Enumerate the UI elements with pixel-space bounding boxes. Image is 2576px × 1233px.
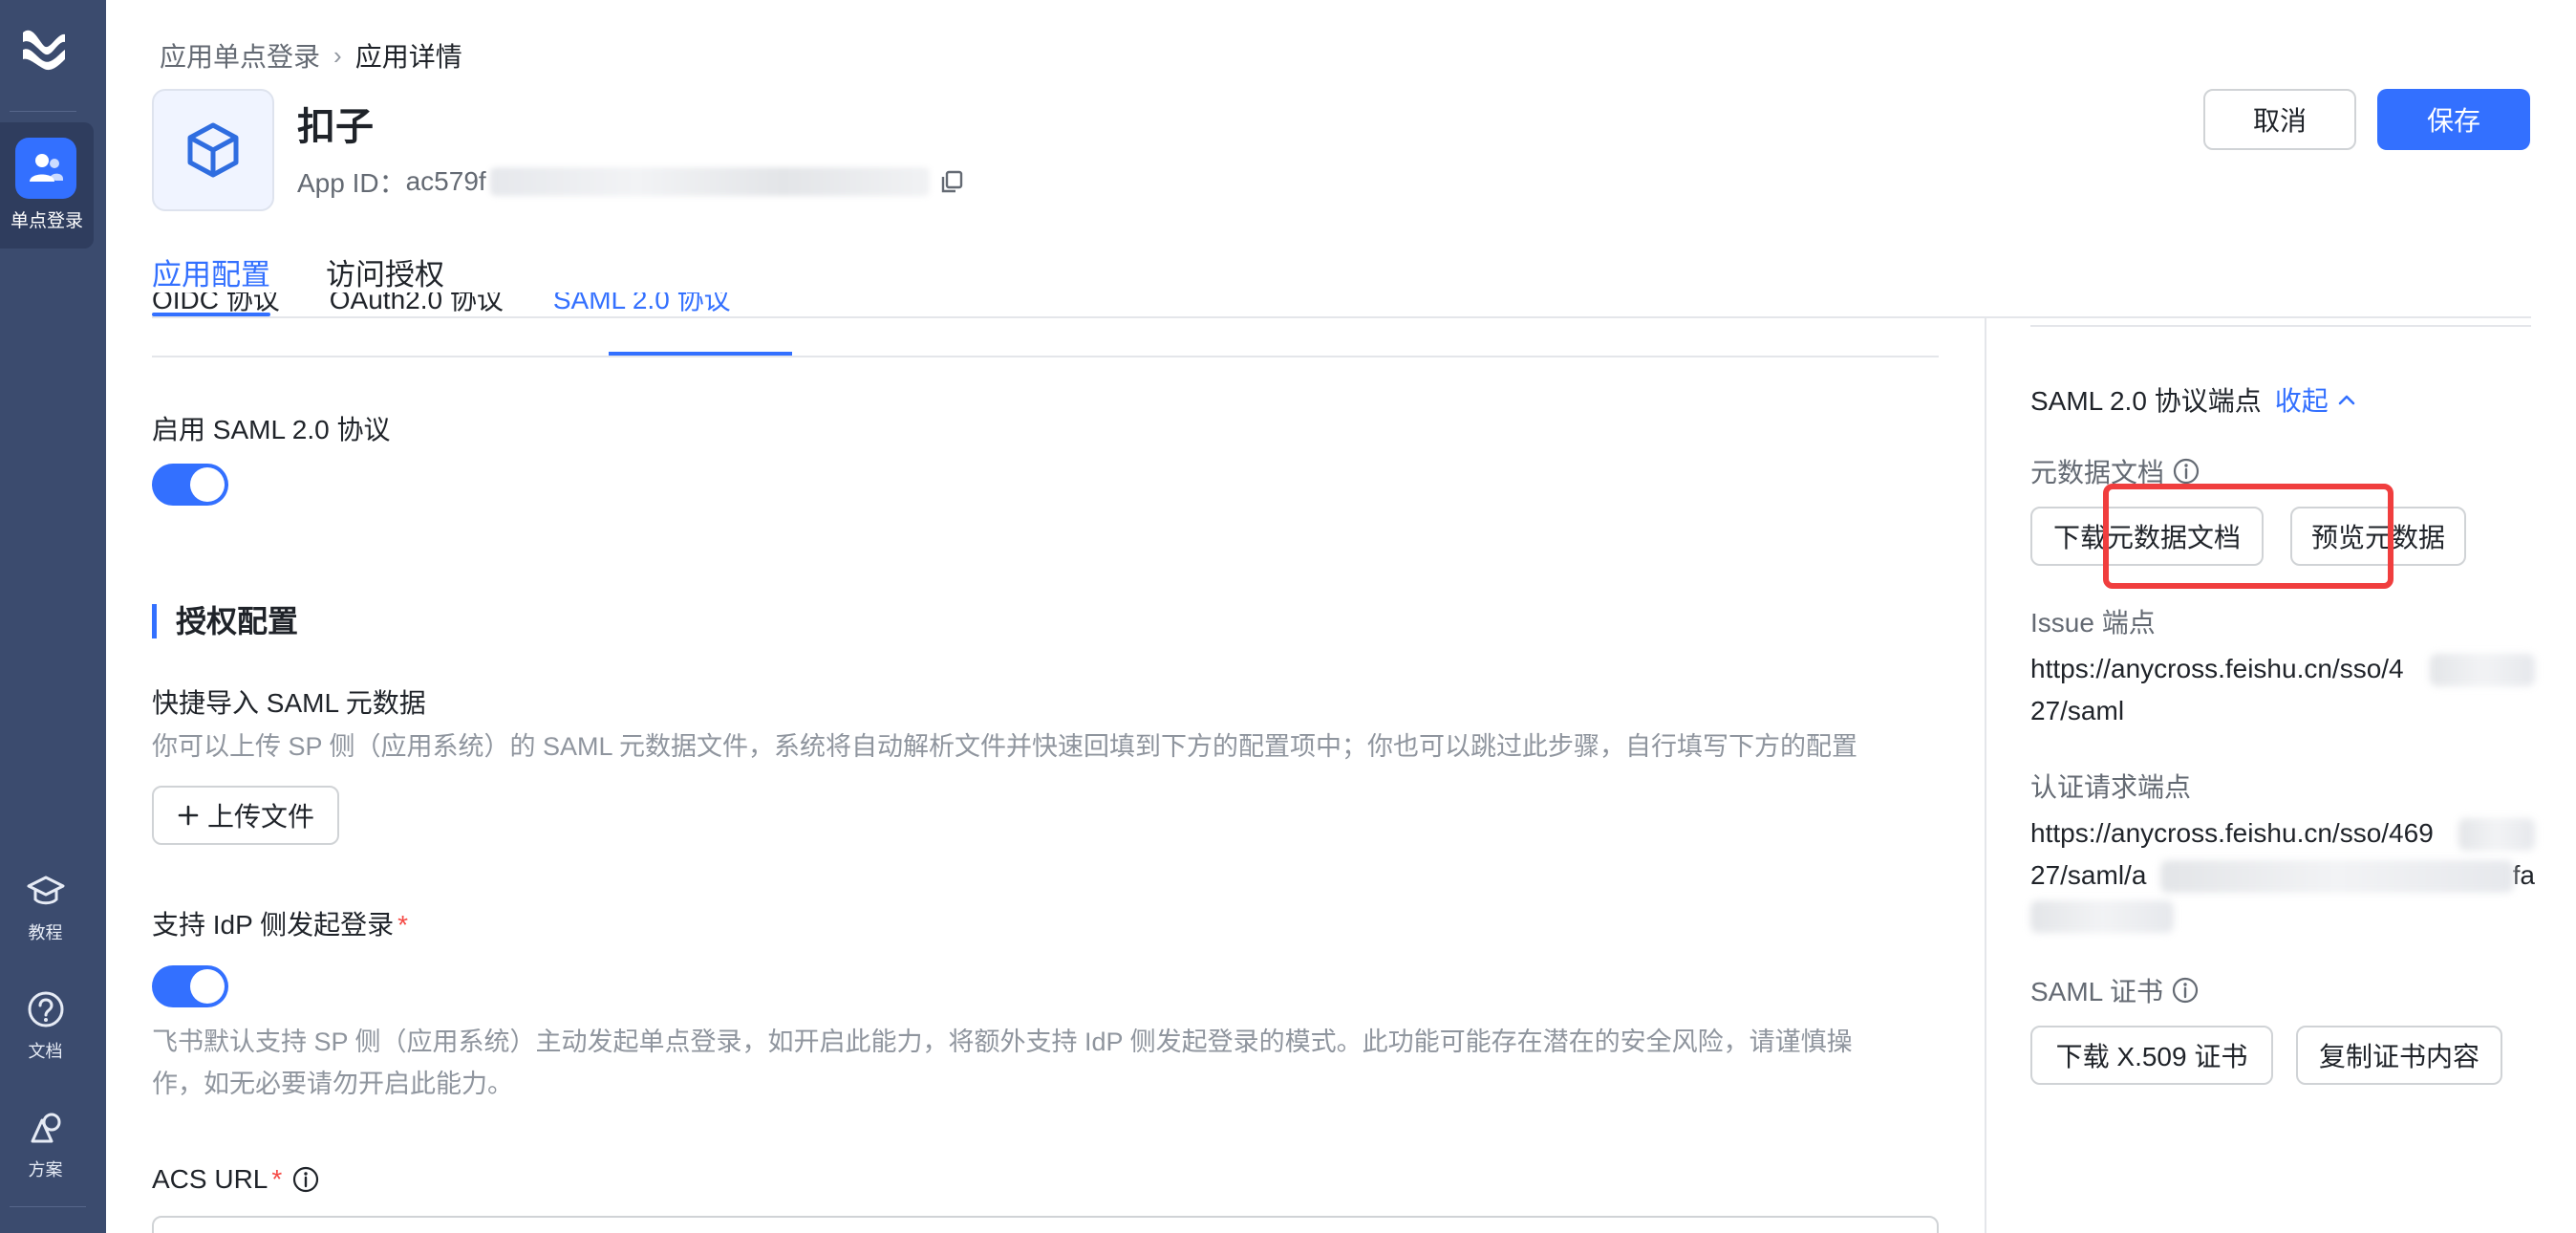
enable-saml-label: 启用 SAML 2.0 协议 bbox=[152, 415, 391, 444]
idp-login-toggle[interactable] bbox=[152, 965, 228, 1007]
issue-endpoint-label: Issue 端点 bbox=[2030, 608, 2156, 638]
acs-url-label: ACS URL * bbox=[152, 1164, 320, 1195]
protocol-subtabs: OIDC 协议 OAuth2.0 协议 SAML 2.0 协议 bbox=[152, 292, 1939, 357]
auth-endpoint-line2-end: fa bbox=[2512, 860, 2535, 890]
upload-file-label: 上传文件 bbox=[206, 802, 314, 832]
copy-icon[interactable] bbox=[939, 169, 964, 194]
acs-url-input[interactable] bbox=[152, 1216, 1939, 1233]
breadcrumb: 应用单点登录 › 应用详情 bbox=[160, 36, 462, 75]
redacted-text bbox=[2458, 818, 2535, 851]
subtab-saml2[interactable]: SAML 2.0 协议 bbox=[553, 292, 731, 317]
idp-login-hint-line1: 飞书默认支持 SP 侧（应用系统）主动发起单点登录，如开启此能力，将额外支持 I… bbox=[152, 1028, 1853, 1056]
idp-login-hint-line2: 作，如无必要请勿开启此能力。 bbox=[152, 1070, 513, 1098]
upload-file-button[interactable]: 上传文件 bbox=[152, 786, 339, 845]
download-cert-button[interactable]: 下载 X.509 证书 bbox=[2030, 1026, 2273, 1085]
rail-item-label: 教程 bbox=[28, 923, 63, 942]
import-metadata-label: 快捷导入 SAML 元数据 bbox=[152, 688, 426, 718]
copy-cert-button[interactable]: 复制证书内容 bbox=[2296, 1026, 2502, 1085]
chevron-right-icon: › bbox=[333, 40, 342, 70]
subtabs-divider bbox=[152, 356, 1939, 357]
shapes-icon bbox=[31, 1113, 60, 1143]
help-circle-icon bbox=[28, 991, 63, 1028]
users-icon bbox=[15, 138, 76, 199]
metadata-label-text: 元数据文档 bbox=[2030, 458, 2165, 487]
save-button[interactable]: 保存 bbox=[2377, 89, 2530, 150]
idp-login-label: 支持 IdP 侧发起登录 * bbox=[152, 904, 408, 942]
plus-icon bbox=[178, 805, 199, 826]
rail-item-label: 单点登录 bbox=[10, 211, 83, 231]
rail-item-label: 文档 bbox=[28, 1042, 63, 1061]
section-title-authorization: 授权配置 bbox=[152, 604, 298, 638]
cube-icon bbox=[187, 122, 239, 178]
rail-item-label: 方案 bbox=[28, 1160, 63, 1179]
enable-saml-toggle[interactable] bbox=[152, 464, 228, 506]
redacted-text bbox=[489, 167, 930, 196]
saml-endpoints-header: SAML 2.0 协议端点 收起 bbox=[2030, 380, 2357, 419]
preview-metadata-button[interactable]: 预览元数据 bbox=[2290, 507, 2466, 566]
acs-url-text: ACS URL bbox=[152, 1164, 268, 1194]
metadata-label: 元数据文档 bbox=[2030, 452, 2200, 490]
cancel-button[interactable]: 取消 bbox=[2203, 89, 2356, 150]
info-icon[interactable] bbox=[2171, 976, 2200, 1005]
required-mark: * bbox=[271, 1164, 283, 1194]
panel-divider bbox=[1985, 318, 1986, 1233]
collapse-button[interactable]: 收起 bbox=[2275, 380, 2357, 419]
breadcrumb-current: 应用详情 bbox=[354, 42, 462, 72]
redacted-text bbox=[2030, 900, 2174, 933]
rail-divider bbox=[10, 1206, 86, 1207]
import-metadata-hint: 你可以上传 SP 侧（应用系统）的 SAML 元数据文件，系统将自动解析文件并快… bbox=[152, 732, 1858, 761]
subtab-oauth2[interactable]: OAuth2.0 协议 bbox=[330, 292, 504, 317]
app-name: 扣子 bbox=[297, 106, 374, 148]
redacted-text bbox=[2160, 860, 2514, 893]
info-icon[interactable] bbox=[291, 1165, 320, 1194]
feishu-logo-icon[interactable] bbox=[17, 21, 71, 75]
app-id-label: App ID： bbox=[297, 168, 406, 198]
panel-top-divider bbox=[2030, 325, 2531, 327]
required-mark: * bbox=[397, 910, 408, 940]
rail-item-docs[interactable]: 文档 bbox=[0, 988, 91, 1063]
collapse-label: 收起 bbox=[2274, 386, 2329, 416]
subtab-oidc[interactable]: OIDC 协议 bbox=[152, 292, 280, 317]
rail-item-tutorial[interactable]: 教程 bbox=[0, 870, 91, 944]
rail-divider bbox=[10, 111, 76, 112]
saml-cert-label-text: SAML 证书 bbox=[2030, 977, 2163, 1006]
info-icon[interactable] bbox=[2172, 457, 2200, 486]
rail-item-sso[interactable]: 单点登录 bbox=[0, 122, 94, 249]
breadcrumb-parent[interactable]: 应用单点登录 bbox=[160, 36, 320, 75]
download-metadata-button[interactable]: 下载元数据文档 bbox=[2030, 507, 2264, 566]
idp-login-text: 支持 IdP 侧发起登录 bbox=[152, 910, 395, 940]
issue-endpoint-line2: 27/saml bbox=[2030, 696, 2125, 725]
app-id: App ID： ac579f bbox=[297, 162, 964, 201]
saml-cert-label: SAML 证书 bbox=[2030, 971, 2200, 1009]
left-rail: 单点登录 教程 文档 方案 bbox=[0, 0, 106, 1233]
chevron-up-icon bbox=[2338, 395, 2355, 405]
redacted-text bbox=[2430, 654, 2535, 686]
auth-endpoint-line2-start: 27/saml/a bbox=[2030, 860, 2147, 890]
app-icon bbox=[152, 89, 274, 211]
rail-item-solutions[interactable]: 方案 bbox=[0, 1107, 91, 1181]
auth-endpoint-label: 认证请求端点 bbox=[2030, 772, 2192, 802]
main-content: 应用单点登录 › 应用详情 扣子 App ID： ac579f 取消 保存 应用… bbox=[106, 0, 2576, 1233]
graduation-cap-icon bbox=[27, 876, 64, 905]
saml-endpoints-title: SAML 2.0 协议端点 bbox=[2030, 386, 2262, 416]
app-id-value: ac579f bbox=[405, 166, 486, 196]
